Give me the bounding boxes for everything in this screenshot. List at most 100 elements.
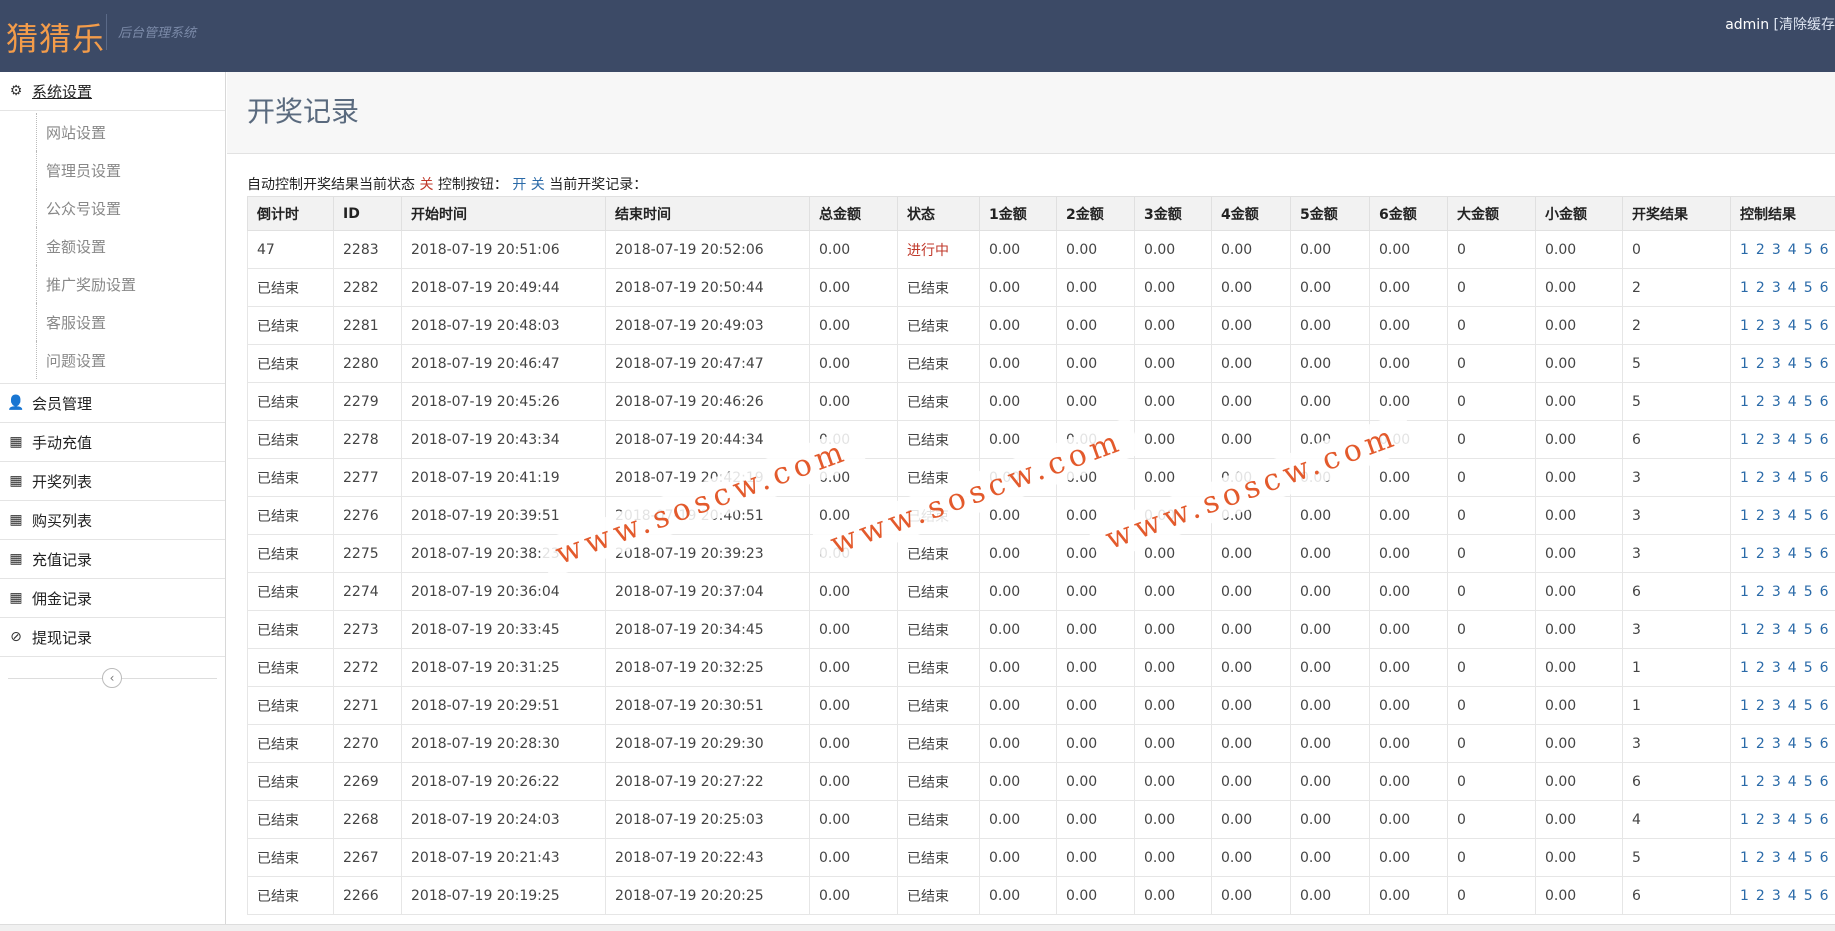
- control-result-link[interactable]: 3: [1772, 508, 1781, 524]
- control-result-link[interactable]: 5: [1804, 584, 1813, 600]
- control-result-link[interactable]: 1: [1740, 470, 1749, 486]
- control-result-link[interactable]: 1: [1740, 508, 1749, 524]
- control-result-link[interactable]: 3: [1772, 622, 1781, 638]
- sidebar-item-purchase-list[interactable]: ▦ 购买列表: [0, 501, 225, 540]
- control-result-link[interactable]: 1: [1740, 660, 1749, 676]
- control-result-link[interactable]: 6: [1820, 280, 1829, 296]
- control-result-link[interactable]: 4: [1788, 432, 1797, 448]
- control-result-link[interactable]: 4: [1788, 508, 1797, 524]
- control-result-link[interactable]: 2: [1756, 774, 1765, 790]
- control-result-link[interactable]: 1: [1740, 774, 1749, 790]
- control-result-link[interactable]: 2: [1756, 280, 1765, 296]
- control-result-link[interactable]: 6: [1820, 546, 1829, 562]
- username[interactable]: admin: [1725, 17, 1769, 33]
- control-result-link[interactable]: 5: [1804, 318, 1813, 334]
- control-result-link[interactable]: 1: [1740, 622, 1749, 638]
- control-result-link[interactable]: 5: [1804, 242, 1813, 258]
- control-result-link[interactable]: 6: [1820, 356, 1829, 372]
- control-result-link[interactable]: 4: [1788, 850, 1797, 866]
- clear-cache-link[interactable]: [清除缓存: [1774, 17, 1835, 33]
- control-result-link[interactable]: 4: [1788, 470, 1797, 486]
- control-result-link[interactable]: 2: [1756, 660, 1765, 676]
- control-result-link[interactable]: 6: [1820, 660, 1829, 676]
- control-result-link[interactable]: 6: [1820, 470, 1829, 486]
- control-result-link[interactable]: 3: [1772, 812, 1781, 828]
- control-result-link[interactable]: 4: [1788, 584, 1797, 600]
- control-result-link[interactable]: 2: [1756, 432, 1765, 448]
- control-result-link[interactable]: 3: [1772, 736, 1781, 752]
- control-result-link[interactable]: 1: [1740, 546, 1749, 562]
- control-result-link[interactable]: 3: [1772, 432, 1781, 448]
- sidebar-item-withdraw-records[interactable]: ⊘ 提现记录: [0, 618, 225, 657]
- control-result-link[interactable]: 6: [1820, 318, 1829, 334]
- control-result-link[interactable]: 2: [1756, 850, 1765, 866]
- control-result-link[interactable]: 6: [1820, 888, 1829, 904]
- control-result-link[interactable]: 2: [1756, 356, 1765, 372]
- control-result-link[interactable]: 1: [1740, 888, 1749, 904]
- control-result-link[interactable]: 3: [1772, 660, 1781, 676]
- sidebar-item-recharge-records[interactable]: ▦ 充值记录: [0, 540, 225, 579]
- control-result-link[interactable]: 6: [1820, 812, 1829, 828]
- control-result-link[interactable]: 5: [1804, 888, 1813, 904]
- brand-logo[interactable]: 猜猜乐: [6, 14, 105, 60]
- control-result-link[interactable]: 4: [1788, 394, 1797, 410]
- control-result-link[interactable]: 4: [1788, 774, 1797, 790]
- control-result-link[interactable]: 6: [1820, 698, 1829, 714]
- control-result-link[interactable]: 5: [1804, 736, 1813, 752]
- submenu-item-service[interactable]: 客服设置: [0, 303, 225, 341]
- control-result-link[interactable]: 3: [1772, 546, 1781, 562]
- submenu-item-site[interactable]: 网站设置: [0, 113, 225, 151]
- control-result-link[interactable]: 2: [1756, 546, 1765, 562]
- control-result-link[interactable]: 4: [1788, 318, 1797, 334]
- control-result-link[interactable]: 6: [1820, 736, 1829, 752]
- control-result-link[interactable]: 4: [1788, 888, 1797, 904]
- control-result-link[interactable]: 3: [1772, 774, 1781, 790]
- control-result-link[interactable]: 1: [1740, 736, 1749, 752]
- control-result-link[interactable]: 3: [1772, 888, 1781, 904]
- control-result-link[interactable]: 2: [1756, 394, 1765, 410]
- control-result-link[interactable]: 4: [1788, 280, 1797, 296]
- control-result-link[interactable]: 4: [1788, 622, 1797, 638]
- control-result-link[interactable]: 6: [1820, 584, 1829, 600]
- control-result-link[interactable]: 5: [1804, 546, 1813, 562]
- collapse-sidebar-button[interactable]: ‹: [102, 668, 122, 688]
- control-result-link[interactable]: 5: [1804, 394, 1813, 410]
- sidebar-item-commission-records[interactable]: ▦ 佣金记录: [0, 579, 225, 618]
- control-result-link[interactable]: 5: [1804, 508, 1813, 524]
- sidebar-item-manual-recharge[interactable]: ▦ 手动充值: [0, 423, 225, 462]
- control-result-link[interactable]: 6: [1820, 622, 1829, 638]
- control-result-link[interactable]: 4: [1788, 242, 1797, 258]
- control-result-link[interactable]: 1: [1740, 394, 1749, 410]
- control-result-link[interactable]: 2: [1756, 736, 1765, 752]
- control-result-link[interactable]: 1: [1740, 318, 1749, 334]
- submenu-item-amount[interactable]: 金额设置: [0, 227, 225, 265]
- toggle-switch-links[interactable]: 开 关: [512, 177, 544, 193]
- submenu-item-admin[interactable]: 管理员设置: [0, 151, 225, 189]
- sidebar-item-members[interactable]: 👤 会员管理: [0, 384, 225, 423]
- control-result-link[interactable]: 6: [1820, 774, 1829, 790]
- control-result-link[interactable]: 4: [1788, 812, 1797, 828]
- submenu-item-promotion[interactable]: 推广奖励设置: [0, 265, 225, 303]
- control-result-link[interactable]: 1: [1740, 280, 1749, 296]
- control-result-link[interactable]: 5: [1804, 812, 1813, 828]
- control-result-link[interactable]: 3: [1772, 698, 1781, 714]
- control-result-link[interactable]: 4: [1788, 736, 1797, 752]
- control-result-link[interactable]: 3: [1772, 470, 1781, 486]
- control-result-link[interactable]: 5: [1804, 432, 1813, 448]
- control-result-link[interactable]: 1: [1740, 242, 1749, 258]
- control-result-link[interactable]: 4: [1788, 698, 1797, 714]
- control-result-link[interactable]: 3: [1772, 394, 1781, 410]
- control-result-link[interactable]: 5: [1804, 622, 1813, 638]
- control-result-link[interactable]: 1: [1740, 850, 1749, 866]
- control-result-link[interactable]: 5: [1804, 660, 1813, 676]
- control-result-link[interactable]: 2: [1756, 242, 1765, 258]
- control-result-link[interactable]: 2: [1756, 812, 1765, 828]
- control-result-link[interactable]: 3: [1772, 356, 1781, 372]
- sidebar-item-draw-list[interactable]: ▦ 开奖列表: [0, 462, 225, 501]
- control-result-link[interactable]: 3: [1772, 242, 1781, 258]
- submenu-item-questions[interactable]: 问题设置: [0, 341, 225, 379]
- control-result-link[interactable]: 3: [1772, 318, 1781, 334]
- control-result-link[interactable]: 6: [1820, 432, 1829, 448]
- control-result-link[interactable]: 2: [1756, 470, 1765, 486]
- control-result-link[interactable]: 2: [1756, 318, 1765, 334]
